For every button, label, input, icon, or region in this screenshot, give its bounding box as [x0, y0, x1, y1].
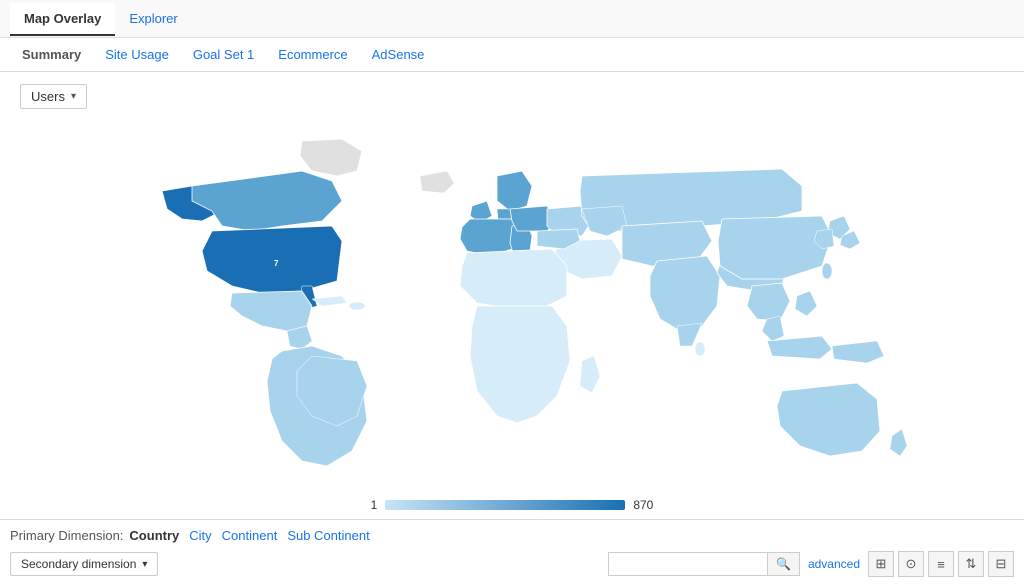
- tabs-row: Map Overlay Explorer: [0, 0, 1024, 38]
- legend-min: 1: [371, 498, 378, 512]
- tab-map-overlay[interactable]: Map Overlay: [10, 3, 115, 36]
- legend-bar: [385, 500, 625, 510]
- secondary-dimension-dropdown[interactable]: Secondary dimension ▾: [10, 552, 158, 576]
- primary-dim-subcontinent[interactable]: Sub Continent: [287, 528, 369, 543]
- bottom-bar: Primary Dimension: Country City Continen…: [0, 519, 1024, 585]
- view-icons: ⊞ ⊙ ≡ ⇅ ⊟: [868, 551, 1014, 577]
- primary-dimension-label: Primary Dimension:: [10, 528, 123, 543]
- subtab-adsense[interactable]: AdSense: [360, 41, 437, 68]
- primary-dimension-row: Primary Dimension: Country City Continen…: [10, 528, 1014, 543]
- primary-dim-continent[interactable]: Continent: [222, 528, 278, 543]
- users-dropdown[interactable]: Users ▾: [20, 84, 87, 109]
- view-globe-icon[interactable]: ⊙: [898, 551, 924, 577]
- primary-dim-city[interactable]: City: [189, 528, 211, 543]
- search-box: 🔍: [608, 552, 800, 576]
- subtab-ecommerce[interactable]: Ecommerce: [266, 41, 359, 68]
- view-grid-icon[interactable]: ⊞: [868, 551, 894, 577]
- search-icon: 🔍: [776, 557, 791, 571]
- controls-row: Secondary dimension ▾ 🔍 advanced ⊞ ⊙ ≡ ⇅…: [10, 551, 1014, 577]
- map-container: 7: [0, 121, 1024, 491]
- legend-max: 870: [633, 498, 653, 512]
- world-map-svg: 7: [102, 131, 922, 481]
- view-list-icon[interactable]: ≡: [928, 551, 954, 577]
- subtab-site-usage[interactable]: Site Usage: [93, 41, 181, 68]
- subtab-goal-set-1[interactable]: Goal Set 1: [181, 41, 266, 68]
- dropdown-label: Users: [31, 89, 65, 104]
- dropdown-arrow: ▾: [71, 91, 76, 102]
- view-pivot-icon[interactable]: ⊟: [988, 551, 1014, 577]
- primary-dimension-active: Country: [129, 528, 179, 543]
- secondary-dimension-label: Secondary dimension: [21, 557, 136, 571]
- search-input[interactable]: [608, 552, 768, 576]
- subtabs-row: Summary Site Usage Goal Set 1 Ecommerce …: [0, 38, 1024, 72]
- secondary-dropdown-arrow: ▾: [142, 559, 147, 570]
- subtab-summary[interactable]: Summary: [10, 41, 93, 68]
- tab-explorer[interactable]: Explorer: [115, 3, 191, 36]
- legend-row: 1 870: [0, 491, 1024, 519]
- view-sort-icon[interactable]: ⇅: [958, 551, 984, 577]
- search-button[interactable]: 🔍: [768, 552, 800, 576]
- usa-label: 7: [274, 259, 279, 268]
- advanced-link[interactable]: advanced: [808, 557, 860, 571]
